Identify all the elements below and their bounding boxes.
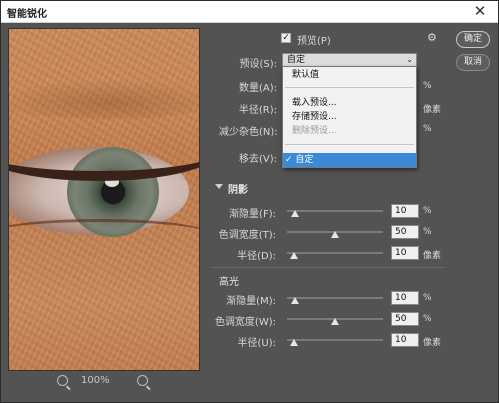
highlight-fade-slider[interactable] — [287, 297, 383, 299]
shadow-fade-slider[interactable] — [287, 210, 383, 212]
highlight-tonal-width-label: 色调宽度(W): — [214, 317, 276, 328]
dialog-title: 智能锐化 — [7, 9, 47, 20]
shadow-fade-unit: % — [423, 206, 432, 216]
menu-item-delete-preset: 删除预设... — [292, 126, 337, 136]
title-bar: 智能锐化 ✕ — [1, 1, 498, 23]
highlight-fade-label: 渐隐量(M): — [226, 296, 276, 307]
preset-label: 预设(S): — [239, 59, 277, 70]
highlight-radius-unit: 像素 — [423, 338, 442, 348]
shadow-radius-input[interactable]: 10 — [391, 246, 419, 260]
preview-checkbox[interactable]: ✓ — [281, 33, 291, 43]
preset-dropdown-menu: 默认值 载入预设... 存储预设... 删除预设... ✓ 自定 — [282, 66, 417, 168]
section-divider — [212, 267, 445, 268]
menu-separator — [285, 144, 414, 145]
ok-button[interactable]: 确定 — [456, 31, 490, 48]
shadow-radius-slider[interactable] — [287, 252, 383, 254]
preview-image[interactable] — [8, 28, 200, 371]
shadow-tonal-width-input[interactable]: 50 — [391, 225, 419, 239]
cancel-button[interactable]: 取消 — [456, 54, 490, 71]
chevron-down-icon[interactable] — [215, 184, 223, 189]
menu-item-load-preset[interactable]: 载入预设... — [283, 96, 416, 110]
menu-item-default[interactable]: 默认值 — [283, 68, 416, 82]
preset-value: 自定 — [287, 55, 306, 65]
highlight-radius-thumb[interactable] — [289, 339, 298, 346]
reduce-noise-label: 减少杂色(N): — [219, 127, 278, 138]
reduce-noise-unit: % — [423, 124, 432, 134]
shadow-radius-label: 半径(D): — [237, 251, 276, 262]
zoom-level: 100% — [81, 375, 110, 386]
zoom-out-icon[interactable] — [57, 375, 68, 386]
lower-eyelid — [9, 219, 199, 249]
close-icon[interactable]: ✕ — [466, 1, 494, 22]
radius-label: 半径(R): — [238, 105, 277, 116]
amount-label: 数量(A): — [238, 83, 277, 94]
highlight-fade-input[interactable]: 10 — [391, 291, 419, 305]
zoom-in-icon[interactable] — [137, 375, 148, 386]
highlight-fade-thumb[interactable] — [290, 297, 299, 304]
shadow-fade-thumb[interactable] — [290, 210, 299, 217]
highlights-section-title: 高光 — [219, 277, 239, 288]
shadow-fade-label: 渐隐量(F): — [229, 209, 276, 220]
highlight-fade-unit: % — [423, 293, 432, 303]
shadow-radius-thumb[interactable] — [289, 252, 298, 259]
shadow-fade-input[interactable]: 10 — [391, 204, 419, 218]
menu-item-custom[interactable]: ✓ 自定 — [283, 153, 416, 167]
highlight-radius-input[interactable]: 10 — [391, 333, 419, 347]
shadows-section-title: 阴影 — [228, 185, 248, 196]
highlight-tonal-width-unit: % — [423, 314, 432, 324]
menu-separator — [285, 87, 414, 88]
shadow-radius-unit: 像素 — [423, 251, 442, 261]
smart-sharpen-dialog: 智能锐化 ✕ 100% ✓ 预览(P) ⚙ 确定 取消 预设(S): 自定 ⌄ … — [0, 0, 499, 403]
highlight-tonal-width-input[interactable]: 50 — [391, 312, 419, 326]
upper-eyelid — [9, 121, 199, 181]
chevron-down-icon: ⌄ — [406, 55, 413, 64]
amount-unit: % — [423, 81, 432, 91]
highlight-tonal-width-thumb[interactable] — [331, 318, 339, 325]
preset-select[interactable]: 自定 ⌄ — [282, 53, 417, 67]
radius-unit: 像素 — [423, 105, 442, 115]
shadow-tonal-width-label: 色调宽度(T): — [218, 230, 276, 241]
menu-item-save-preset[interactable]: 存储预设... — [283, 110, 416, 124]
preview-label: 预览(P) — [297, 36, 331, 47]
shadow-tonal-width-thumb[interactable] — [331, 231, 339, 238]
remove-label: 移去(V): — [238, 154, 277, 165]
highlight-radius-slider[interactable] — [287, 339, 383, 341]
brow-shadow — [9, 79, 199, 119]
gear-icon[interactable]: ⚙ — [427, 31, 437, 44]
highlight-radius-label: 半径(U): — [237, 338, 277, 349]
shadow-tonal-width-unit: % — [423, 227, 432, 237]
